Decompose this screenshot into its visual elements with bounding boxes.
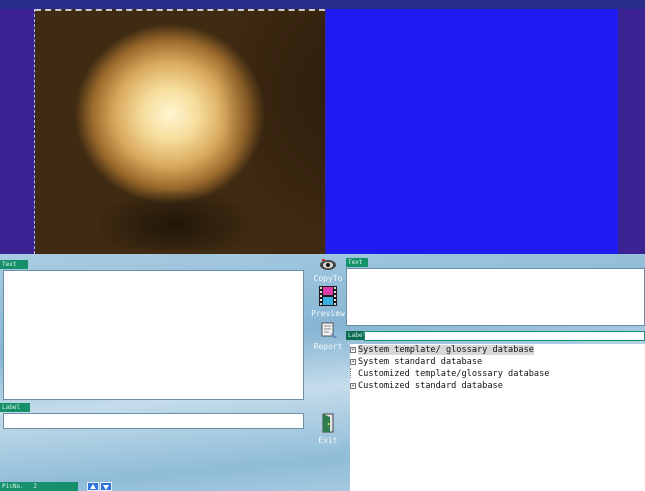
picno-bar: PicNo. 2	[0, 482, 78, 491]
text-tag-right: Text	[346, 258, 368, 267]
picno-value: 2	[33, 483, 37, 490]
exit-door-icon	[308, 413, 348, 435]
arrow-up-icon	[90, 484, 96, 489]
arrow-down-icon	[103, 485, 109, 490]
exit-label: Exit	[318, 436, 338, 445]
label-tag-left: Label	[0, 403, 30, 412]
text-area-right[interactable]	[346, 268, 645, 326]
preview-button[interactable]: Preview	[308, 286, 348, 318]
report-label: Report	[313, 342, 343, 351]
tree-item-customized-standard[interactable]: + Customized standard database	[350, 380, 645, 392]
copyto-label: CopyTo	[313, 274, 343, 283]
text-area-left[interactable]	[3, 270, 304, 400]
eye-icon	[308, 258, 348, 273]
tree-item-system-standard[interactable]: + System standard database	[350, 356, 645, 368]
text-tag-left: Text	[0, 260, 28, 269]
film-icon	[308, 286, 348, 308]
label-field-left[interactable]	[3, 413, 304, 429]
report-icon	[308, 322, 348, 341]
expand-plus-icon[interactable]: +	[350, 383, 356, 389]
label-tag-right: Label	[346, 331, 367, 340]
capture-border-left	[34, 9, 35, 254]
expand-plus-icon[interactable]: +	[350, 347, 356, 353]
expand-plus-icon[interactable]: +	[350, 359, 356, 365]
image-viewer	[0, 9, 645, 254]
label-field-right[interactable]	[364, 331, 645, 341]
endoscopic-image[interactable]	[35, 9, 325, 254]
copyto-button[interactable]: CopyTo	[308, 258, 348, 283]
capture-border-top	[35, 9, 325, 11]
tree-item-system-template[interactable]: + System template/ glossary database	[350, 344, 645, 356]
exit-button[interactable]: Exit	[308, 413, 348, 445]
picno-label: PicNo.	[2, 483, 24, 490]
preview-label: Preview	[311, 309, 345, 318]
next-picture-button[interactable]	[100, 482, 112, 491]
title-strip	[0, 0, 645, 9]
report-button[interactable]: Report	[308, 322, 348, 351]
tree-line	[350, 368, 356, 378]
second-image-pane[interactable]	[326, 9, 618, 254]
tree-item-customized-template[interactable]: Customized template/glossary database	[350, 368, 645, 380]
template-tree: + System template/ glossary database + Sys…	[350, 344, 645, 491]
prev-picture-button[interactable]	[87, 482, 99, 491]
